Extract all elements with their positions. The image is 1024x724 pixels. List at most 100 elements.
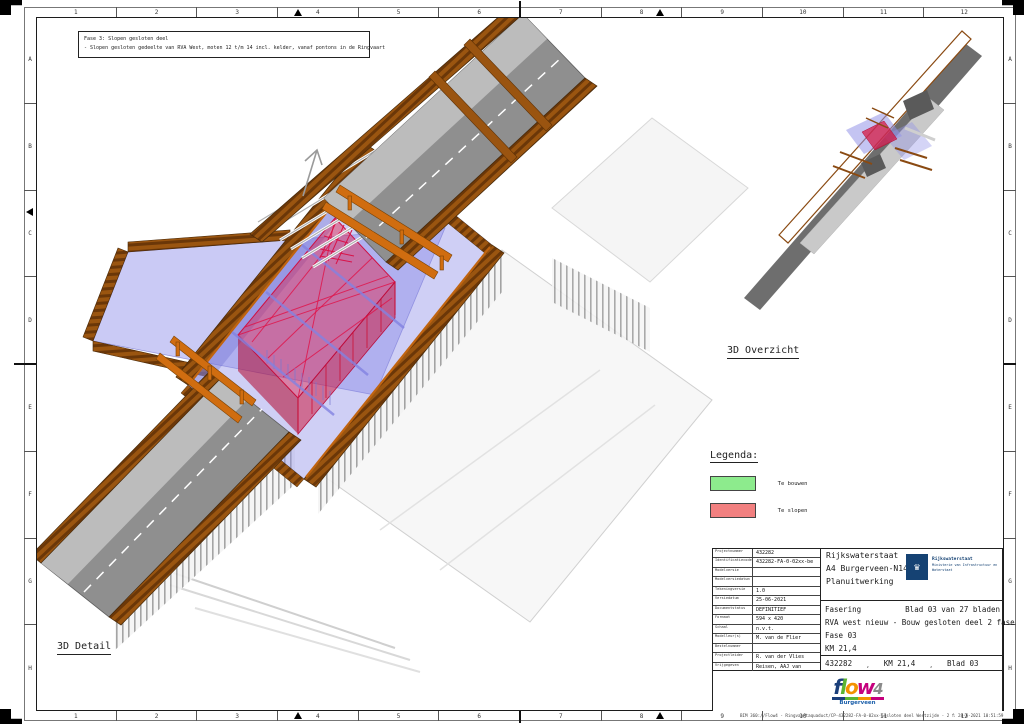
meta-value: 1.0	[753, 587, 820, 595]
flow4-logo-letter: w	[857, 675, 873, 699]
grid-column-label: 5	[358, 7, 439, 17]
document-phase: Fase 03	[825, 629, 1000, 642]
footer-separator: ,	[866, 662, 870, 669]
document-km: KM 21,4	[825, 642, 1000, 655]
meta-value: R. van der Vlies	[753, 653, 820, 661]
grid-row-label: D	[24, 276, 36, 363]
center-tick	[519, 1, 521, 8]
meta-value: 432282	[753, 549, 820, 557]
legend-swatch-green	[710, 476, 756, 491]
fold-mark-icon	[656, 9, 664, 16]
grid-column-label: 6	[438, 711, 519, 721]
detail-view-label: 3D Detail	[57, 641, 111, 655]
rijkswaterstaat-logo: ♛ Rijkswaterstaat Ministerie van Infrast…	[906, 554, 1001, 586]
ruler-right: ABCDEFGH	[1004, 17, 1016, 711]
meta-row: Tekeningversie 1.0	[713, 587, 820, 596]
grid-column-label: 2	[116, 7, 197, 17]
grid-row-label: E	[1004, 363, 1016, 451]
title-block-right: Rijkswaterstaat A4 Burgerveen-N14 Planui…	[821, 549, 1004, 671]
meta-label: Tekeningversie	[713, 587, 753, 595]
footer-sheet-number: Blad 03	[947, 659, 979, 668]
grid-column-label: 8	[601, 711, 682, 721]
grid-row-label: B	[24, 103, 36, 190]
meta-value: 594 x 420	[753, 615, 820, 623]
document-title: RVA west nieuw - Bouw gesloten deel 2 fa…	[825, 616, 1000, 629]
title-block-meta-table: Projectnummer 432282 Identificatiecode 4…	[713, 549, 821, 671]
grid-column-label: 8	[601, 7, 682, 17]
grid-row-label: A	[1004, 17, 1016, 103]
grid-column-label: 10	[762, 7, 843, 17]
phase-note-line1: Fase 3: Slopen gesloten deel	[84, 35, 364, 44]
grid-column-label: 6	[438, 7, 519, 17]
flow4-logo-letter: 4	[873, 680, 881, 698]
grid-column-label: 12	[923, 7, 1004, 17]
sheet-count: Blad 03 van 27 bladen	[905, 603, 1000, 616]
meta-value: n.v.t.	[753, 625, 820, 633]
grid-column-label: 2	[116, 711, 197, 721]
grid-row-label: F	[1004, 451, 1016, 538]
title-block: Projectnummer 432282 Identificatiecode 4…	[712, 548, 1003, 711]
center-tick	[519, 716, 521, 723]
meta-value: M. van de Flier	[753, 634, 820, 642]
meta-row: Projectnummer 432282	[713, 549, 820, 558]
meta-label: Identificatiecode	[713, 558, 753, 566]
fold-mark-icon	[26, 208, 33, 216]
grid-column-label: 4	[277, 7, 358, 17]
footer-km: KM 21,4	[884, 659, 916, 668]
flow4-logo: flow4 Burgerveen	[832, 677, 884, 706]
meta-value	[753, 577, 820, 585]
grid-column-label: 3	[196, 7, 277, 17]
plot-timestamp: 28-6-2021 10:51:59	[958, 713, 1003, 718]
meta-label: Projectleider	[713, 653, 753, 661]
grid-column-label: 7	[519, 711, 601, 721]
meta-row: Vrijgegeven Reisen, AAJ van	[713, 663, 820, 671]
meta-row: Bestelnummer	[713, 644, 820, 653]
legend-label: Te slopen	[778, 508, 808, 514]
legend-label: Te bouwen	[778, 481, 808, 487]
ruler-top: 123456789101112	[36, 7, 1004, 17]
document-type: Fasering	[825, 603, 861, 616]
legend-item-demolish: Te slopen	[710, 500, 807, 517]
meta-label: Documentstatus	[713, 606, 753, 614]
grid-column-label: 7	[519, 7, 601, 17]
grid-column-label: 9	[681, 7, 762, 17]
meta-row: Versiedatum 25-06-2021	[713, 596, 820, 605]
grid-row-label: A	[24, 17, 36, 103]
meta-label: Modelleur(s)	[713, 634, 753, 642]
fold-mark-icon	[656, 712, 664, 719]
grid-row-label: B	[1004, 103, 1016, 190]
title-block-upper: Projectnummer 432282 Identificatiecode 4…	[713, 549, 1002, 671]
meta-label: Modelversie	[713, 568, 753, 576]
meta-row: Modelversiedatum	[713, 577, 820, 586]
legend-title: Legenda:	[710, 450, 758, 463]
footer-separator: ,	[929, 662, 933, 669]
rijkswaterstaat-emblem-icon: ♛	[906, 554, 928, 580]
rws-ministry: Ministerie van Infrastructuur en Waterst…	[932, 563, 1000, 572]
phase-note-line2: - Slopen gesloten gedeelte van RVA West,…	[84, 44, 364, 53]
meta-value: DEFINITIEF	[753, 606, 820, 614]
drawing-sheet: 123456789101112 123456789101112 ABCDEFGH…	[0, 0, 1024, 724]
legend: Legenda: Te bouwen Te slopen	[710, 443, 807, 517]
fold-mark-icon	[294, 712, 302, 719]
meta-label: Schaal	[713, 625, 753, 633]
meta-label: Vrijgegeven	[713, 663, 753, 671]
grid-row-label: D	[1004, 276, 1016, 363]
title-block-footer-row: 432282 , KM 21,4 , Blad 03	[821, 656, 1004, 671]
flow4-logo-word: flow4	[832, 677, 884, 697]
grid-column-label: 11	[843, 7, 924, 17]
grid-row-label: H	[24, 624, 36, 711]
document-section: Fasering Blad 03 van 27 bladen RVA west …	[821, 601, 1004, 656]
grid-column-label: 5	[358, 711, 439, 721]
grid-row-label: H	[1004, 624, 1016, 711]
meta-label: Projectnummer	[713, 549, 753, 557]
meta-row: Identificatiecode 432282-FA-0-02xx-be	[713, 558, 820, 567]
meta-label: Modelversiedatum	[713, 577, 753, 585]
meta-row: Documentstatus DEFINITIEF	[713, 606, 820, 615]
flow4-logo-letter: o	[845, 675, 857, 699]
meta-row: Modelversie	[713, 568, 820, 577]
meta-row: Projectleider R. van der Vlies	[713, 653, 820, 662]
grid-row-label: F	[24, 451, 36, 538]
overview-view-label: 3D Overzicht	[727, 345, 799, 359]
grid-row-label: E	[24, 363, 36, 451]
legend-swatch-red	[710, 503, 756, 518]
